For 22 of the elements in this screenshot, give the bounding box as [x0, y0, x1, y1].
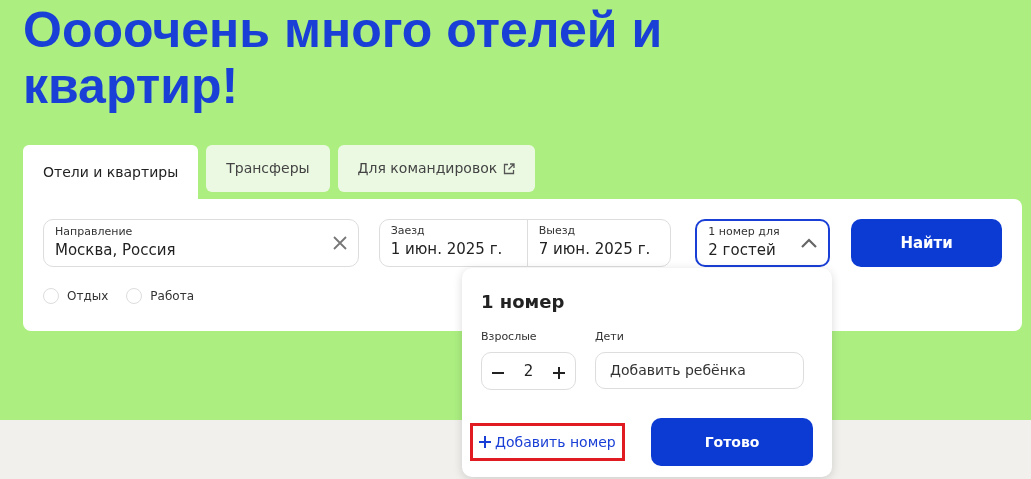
tab[interactable]: Для командировок [337, 145, 536, 192]
radio-option[interactable]: Отдых [43, 287, 109, 305]
add-child-button[interactable]: Добавить ребёнка [595, 352, 804, 389]
plus-icon [553, 366, 565, 379]
add-room-link[interactable]: Добавить номер [470, 423, 625, 461]
adults-stepper[interactable]: 2 [481, 352, 576, 390]
clear-icon[interactable] [332, 236, 347, 250]
tab[interactable]: Отели и квартиры [23, 145, 199, 199]
checkout-field[interactable]: Выезд 7 июн. 2025 г. [527, 220, 662, 266]
checkin-field[interactable]: Заезд 1 июн. 2025 г. [379, 220, 528, 266]
adults-count: 2 [523, 360, 534, 382]
radio-option[interactable]: Работа [126, 287, 194, 305]
search-button[interactable]: Найти [851, 219, 1002, 267]
tab[interactable]: Трансферы [206, 145, 330, 192]
page-title: Оооочень много отелей и квартир! [23, 1, 663, 116]
popup-title: 1 номер [481, 290, 566, 314]
done-button[interactable]: Готово [651, 418, 813, 466]
adults-label: Взрослые [481, 330, 538, 344]
destination-field[interactable]: Направление Москва, Россия [43, 219, 359, 267]
chevron-icon [801, 238, 818, 248]
plus-icon [479, 436, 491, 448]
children-label: Дети [595, 330, 625, 344]
